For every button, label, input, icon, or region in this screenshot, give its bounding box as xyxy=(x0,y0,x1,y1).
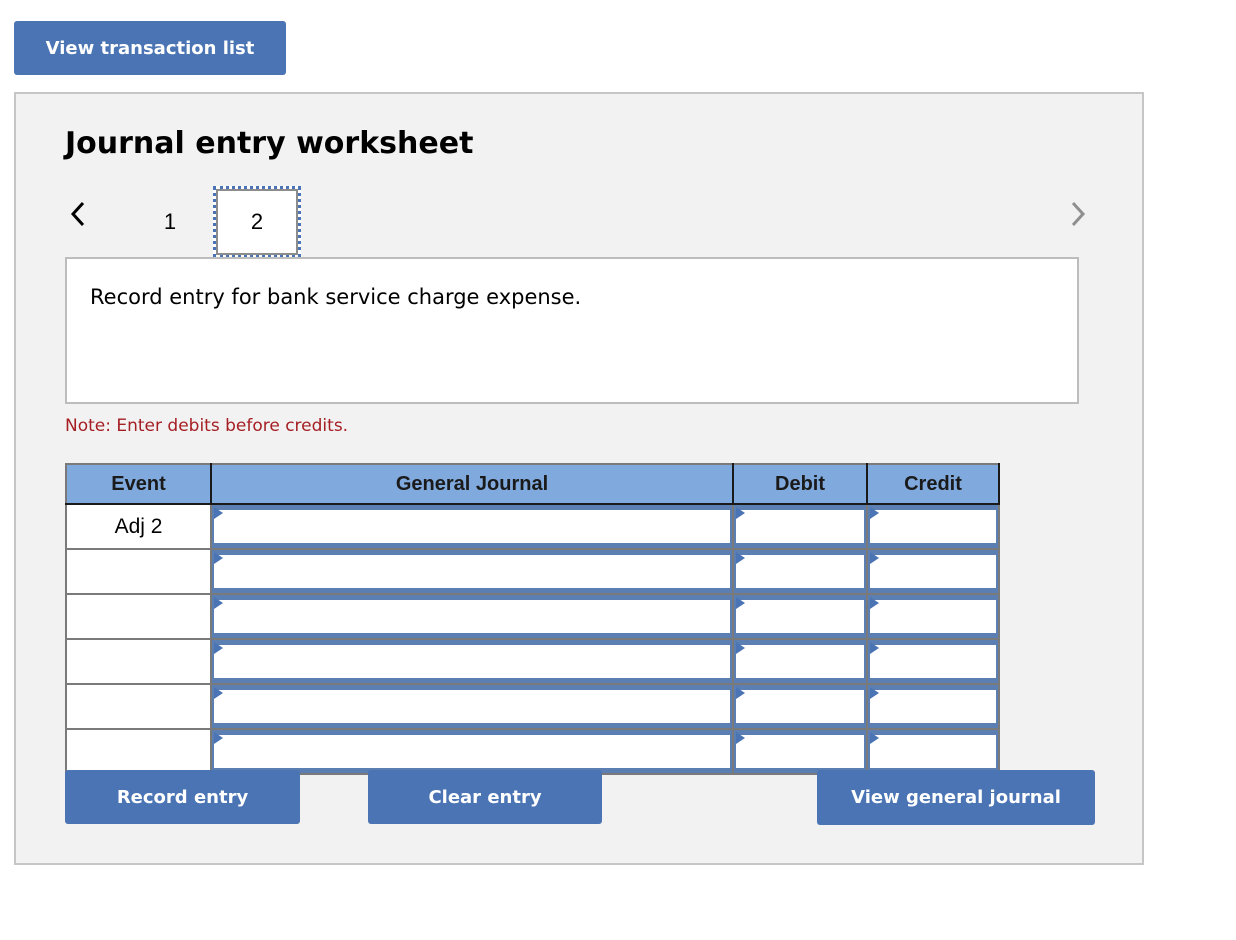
general-journal-input-cell xyxy=(210,683,734,730)
previous-page-button[interactable] xyxy=(66,196,90,232)
dropdown-indicator-icon xyxy=(870,507,879,519)
chevron-right-icon xyxy=(1071,201,1086,227)
credit-input-cell xyxy=(866,593,1000,640)
debit-input[interactable] xyxy=(736,555,864,588)
credit-input-cell xyxy=(866,638,1000,685)
credit-input[interactable] xyxy=(870,555,996,588)
general-journal-input[interactable] xyxy=(214,600,730,633)
general-journal-input[interactable] xyxy=(214,735,730,768)
table-row xyxy=(65,683,1000,730)
general-journal-input-cell xyxy=(210,548,734,595)
dropdown-indicator-icon xyxy=(870,687,879,699)
debit-input-cell xyxy=(732,593,868,640)
dropdown-indicator-icon xyxy=(736,642,745,654)
dropdown-indicator-icon xyxy=(214,642,223,654)
credit-input[interactable] xyxy=(870,735,996,768)
chevron-left-icon xyxy=(70,201,85,227)
clear-entry-button[interactable]: Clear entry xyxy=(368,770,602,824)
dropdown-indicator-icon xyxy=(736,507,745,519)
page-tab-2[interactable]: 2 xyxy=(213,186,301,258)
credit-input-cell xyxy=(866,728,1000,775)
general-journal-input[interactable] xyxy=(214,690,730,723)
credit-input[interactable] xyxy=(870,600,996,633)
credit-input-cell xyxy=(866,548,1000,595)
event-cell xyxy=(65,593,212,640)
dropdown-indicator-icon xyxy=(870,642,879,654)
dropdown-indicator-icon xyxy=(870,552,879,564)
table-row xyxy=(65,548,1000,595)
dropdown-indicator-icon xyxy=(214,507,223,519)
header-debit: Debit xyxy=(732,463,868,505)
debits-credits-note: Note: Enter debits before credits. xyxy=(65,416,349,436)
general-journal-input[interactable] xyxy=(214,510,730,543)
debit-input-cell xyxy=(732,548,868,595)
dropdown-indicator-icon xyxy=(214,597,223,609)
event-cell xyxy=(65,683,212,730)
dropdown-indicator-icon xyxy=(214,732,223,744)
debit-input[interactable] xyxy=(736,735,864,768)
dropdown-indicator-icon xyxy=(870,597,879,609)
entry-description-box: Record entry for bank service charge exp… xyxy=(65,257,1079,404)
view-transaction-list-button[interactable]: View transaction list xyxy=(14,21,286,75)
general-journal-input-cell xyxy=(210,593,734,640)
dropdown-indicator-icon xyxy=(736,597,745,609)
record-entry-button[interactable]: Record entry xyxy=(65,770,300,824)
debit-input[interactable] xyxy=(736,600,864,633)
debit-input[interactable] xyxy=(736,645,864,678)
table-row: Adj 2 xyxy=(65,503,1000,550)
dropdown-indicator-icon xyxy=(736,732,745,744)
header-general-journal: General Journal xyxy=(210,463,734,505)
event-cell xyxy=(65,638,212,685)
journal-table: Event General Journal Debit Credit Adj 2 xyxy=(65,463,1000,775)
event-cell xyxy=(65,728,212,775)
dropdown-indicator-icon xyxy=(214,552,223,564)
table-row xyxy=(65,638,1000,685)
page-tab-1[interactable]: 1 xyxy=(126,186,214,258)
header-credit: Credit xyxy=(866,463,1000,505)
general-journal-input[interactable] xyxy=(214,555,730,588)
general-journal-input[interactable] xyxy=(214,645,730,678)
next-page-button[interactable] xyxy=(1066,196,1090,232)
header-event: Event xyxy=(65,463,212,505)
credit-input[interactable] xyxy=(870,645,996,678)
credit-input[interactable] xyxy=(870,510,996,543)
debit-input-cell xyxy=(732,728,868,775)
debit-input-cell xyxy=(732,638,868,685)
journal-entry-worksheet-panel: Journal entry worksheet 1 2 Record entry… xyxy=(14,92,1144,865)
debit-input-cell xyxy=(732,503,868,550)
entry-description: Record entry for bank service charge exp… xyxy=(90,285,582,309)
table-row xyxy=(65,728,1000,775)
general-journal-input-cell xyxy=(210,503,734,550)
credit-input-cell xyxy=(866,683,1000,730)
debit-input[interactable] xyxy=(736,510,864,543)
event-cell xyxy=(65,548,212,595)
debit-input[interactable] xyxy=(736,690,864,723)
table-header-row: Event General Journal Debit Credit xyxy=(65,463,1000,505)
table-row xyxy=(65,593,1000,640)
worksheet-title: Journal entry worksheet xyxy=(65,126,474,161)
general-journal-input-cell xyxy=(210,638,734,685)
credit-input[interactable] xyxy=(870,690,996,723)
dropdown-indicator-icon xyxy=(736,687,745,699)
credit-input-cell xyxy=(866,503,1000,550)
dropdown-indicator-icon xyxy=(736,552,745,564)
dropdown-indicator-icon xyxy=(214,687,223,699)
event-cell: Adj 2 xyxy=(65,503,212,550)
general-journal-input-cell xyxy=(210,728,734,775)
debit-input-cell xyxy=(732,683,868,730)
dropdown-indicator-icon xyxy=(870,732,879,744)
view-general-journal-button[interactable]: View general journal xyxy=(817,770,1095,825)
